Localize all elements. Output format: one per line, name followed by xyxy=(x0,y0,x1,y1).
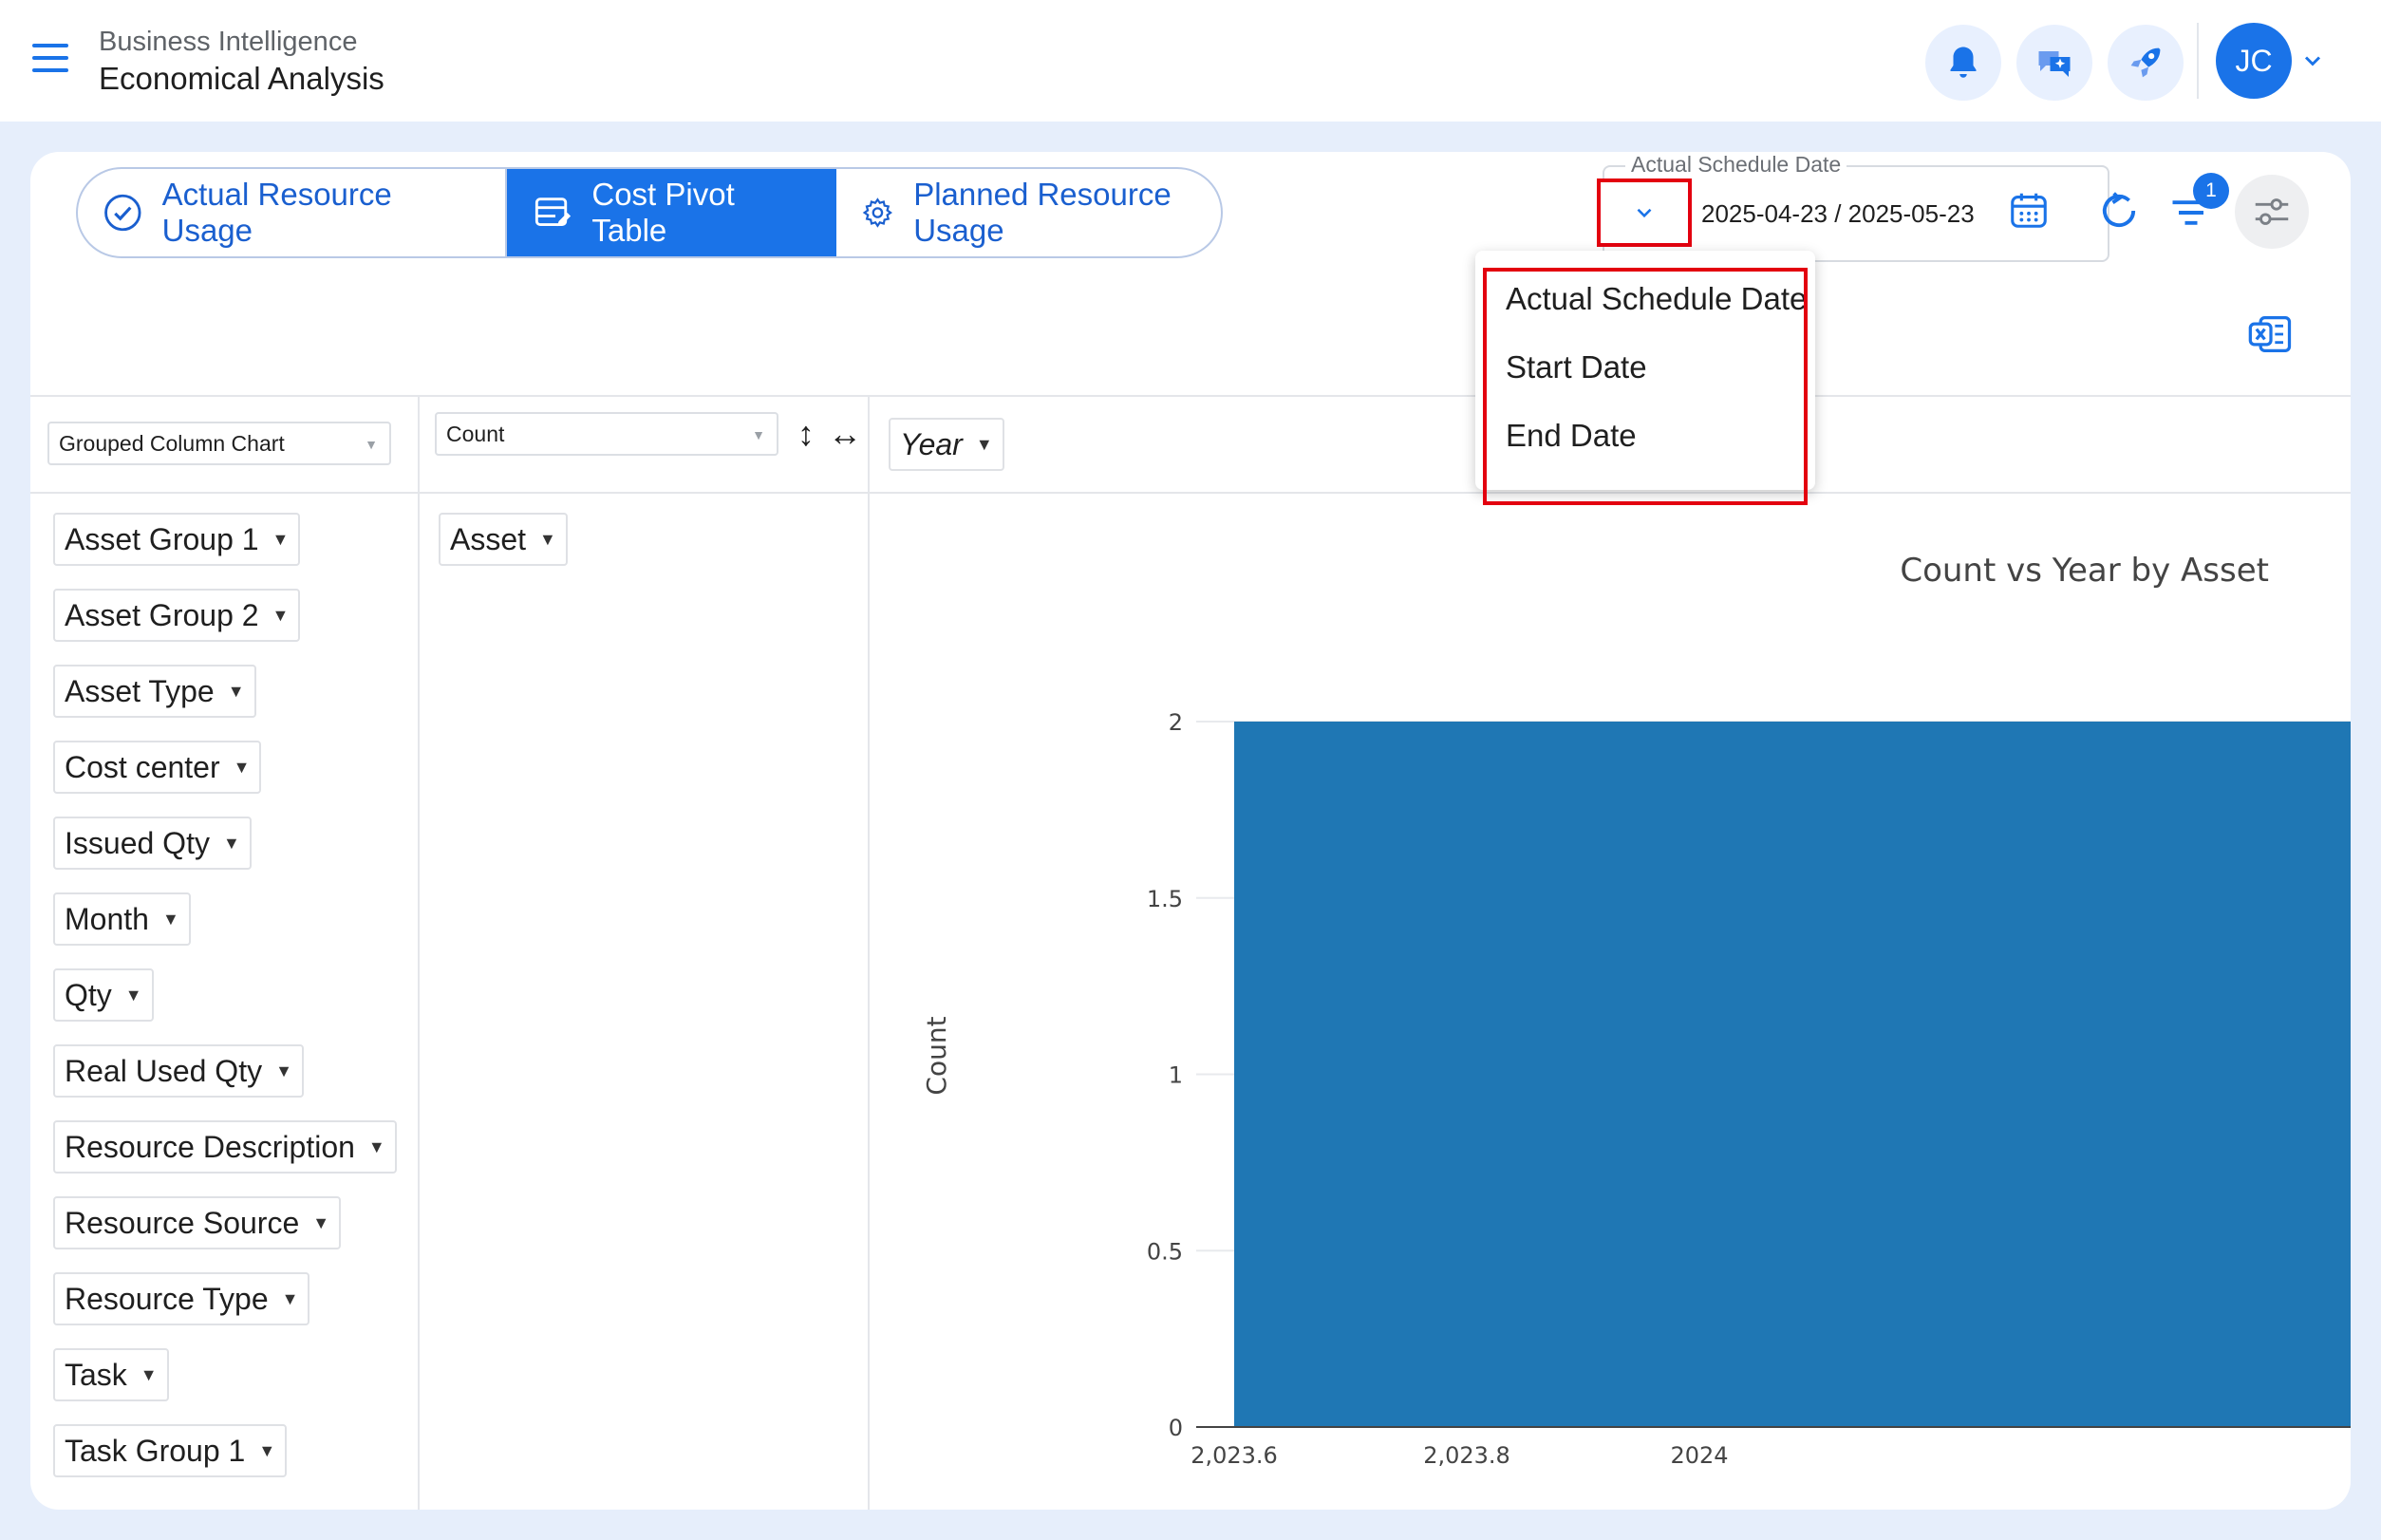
main-card: Actual Resource Usage Cost Pivot Table P… xyxy=(30,152,2351,1510)
x-tick-label: 2,023.6 xyxy=(1190,1442,1278,1469)
chevron-down-icon[interactable] xyxy=(2299,47,2326,74)
y-tick-label: 1 xyxy=(1169,1062,1183,1089)
y-tick-label: 2 xyxy=(1169,709,1183,736)
hamburger-menu-icon[interactable] xyxy=(32,44,70,76)
y-tick-label: 1.5 xyxy=(1147,886,1183,912)
chat-sparkle-icon[interactable] xyxy=(2016,25,2092,101)
dropdown-option-actual-schedule-date[interactable]: Actual Schedule Date xyxy=(1506,281,1807,317)
column-chart: 0 0.5 1 1.5 2 2,023.6 2,023.8 2024 Count vs Yea… xyxy=(921,552,2351,1469)
y-tick-label: 0.5 xyxy=(1147,1238,1183,1265)
rocket-icon[interactable] xyxy=(2108,25,2184,101)
page-title: Economical Analysis xyxy=(99,61,384,96)
chart-bar[interactable] xyxy=(1234,722,2351,1427)
chart-title: Count vs Year by Asset xyxy=(1900,552,2269,590)
chart-y-axis-label: Count xyxy=(921,1016,952,1095)
app-header: Business Intelligence Economical Analysi… xyxy=(0,0,2381,122)
avatar[interactable]: JC xyxy=(2216,23,2292,99)
notifications-bell-icon[interactable] xyxy=(1925,25,2001,101)
y-tick-label: 0 xyxy=(1169,1415,1183,1441)
header-divider xyxy=(2197,23,2199,99)
x-tick-label: 2024 xyxy=(1670,1442,1728,1469)
x-tick-label: 2,023.8 xyxy=(1423,1442,1510,1469)
app-subtitle: Business Intelligence xyxy=(99,27,358,57)
dropdown-option-end-date[interactable]: End Date xyxy=(1506,418,1637,454)
dropdown-option-start-date[interactable]: Start Date xyxy=(1506,349,1647,385)
